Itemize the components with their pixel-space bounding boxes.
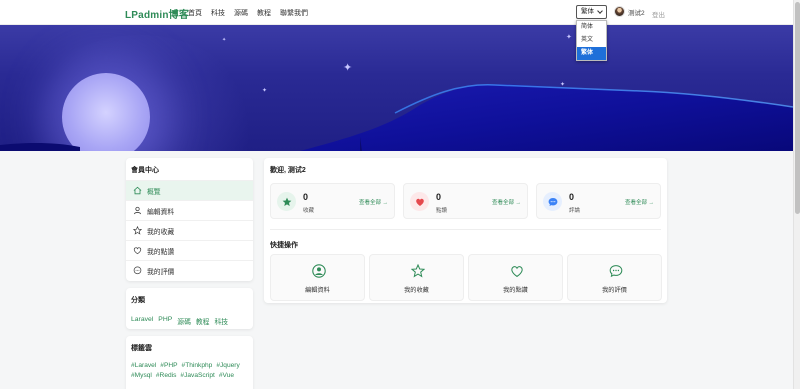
nav-tech[interactable]: 科技 (211, 8, 225, 18)
language-select[interactable]: 繁体 (576, 5, 607, 19)
quick-action-favorites[interactable]: 我的收藏 (369, 254, 464, 301)
user-name[interactable]: 测试2 (628, 7, 645, 17)
user-menu[interactable]: 测试2 (614, 6, 645, 17)
sidebar-item-label: 編輯資料 (147, 208, 175, 216)
divider (270, 229, 661, 230)
view-all-link[interactable]: 查看全部 → (492, 198, 521, 206)
category-link[interactable]: 源碼 (177, 316, 191, 326)
hero-banner: ✦ ✦ ✦ ✦ ✦ ✦ (0, 25, 793, 151)
stat-card-likes: 0 點讚 查看全部 → (403, 183, 528, 219)
category-title: 分類 (131, 297, 145, 304)
sidebar-item-label: 我的評價 (147, 268, 175, 276)
tag-link[interactable]: #Vue (219, 372, 234, 379)
page-scrollbar[interactable] (793, 0, 800, 389)
tag-link[interactable]: #PHP (160, 362, 177, 369)
sidebar-item-label: 概覽 (147, 188, 161, 196)
category-link[interactable]: 教程 (196, 316, 210, 326)
user-icon (133, 206, 142, 215)
stat-value: 0 (569, 192, 575, 202)
tag-link[interactable]: #Redis (156, 372, 177, 379)
welcome-title: 歡迎, 测试2 (270, 167, 306, 174)
stat-label: 收藏 (303, 208, 315, 214)
quick-action-label: 我的收藏 (404, 287, 429, 294)
quick-actions-title: 快捷操作 (270, 242, 298, 249)
star-icon (277, 192, 296, 211)
sidebar-item-likes[interactable]: 我的點讚 (126, 240, 253, 260)
tag-cloud-title: 標籤雲 (131, 345, 152, 352)
stat-card-comments: 0 評論 查看全部 → (536, 183, 661, 219)
member-center-title: 會員中心 (131, 167, 159, 174)
nav-contact[interactable]: 聯繫我們 (280, 8, 308, 18)
stat-value: 0 (436, 192, 442, 202)
category-link[interactable]: Laravel (131, 316, 153, 326)
home-icon (133, 186, 142, 195)
main-nav: 首頁 科技 源碼 教程 聯繫我們 (188, 8, 308, 18)
category-list: Laravel PHP 源碼 教程 科技 (126, 310, 253, 332)
sidebar-item-favorites[interactable]: 我的收藏 (126, 220, 253, 240)
dashboard-panel: 歡迎, 测试2 0 收藏 查看全部 → 0 點讚 查看全部 → 0 評論 查看全… (264, 158, 667, 303)
tag-cloud-card: 標籤雲 #Laravel #PHP #Thinkphp #Jquery #Mys… (126, 336, 253, 389)
language-option-english[interactable]: 英文 (577, 34, 606, 47)
heart-icon (410, 192, 429, 211)
comment-icon (133, 266, 142, 275)
quick-action-label: 我的點讚 (503, 287, 528, 294)
tag-link[interactable]: #Laravel (131, 362, 156, 369)
sidebar-item-label: 我的點讚 (147, 248, 175, 256)
avatar[interactable] (614, 6, 625, 17)
top-navbar: LPadmin博客 首頁 科技 源碼 教程 聯繫我們 繁体 测试2 登出 (0, 0, 793, 25)
tag-link[interactable]: #JavaScript (180, 372, 214, 379)
heart-icon (133, 246, 142, 255)
sidebar-item-reviews[interactable]: 我的評價 (126, 260, 253, 280)
nav-tutorial[interactable]: 教程 (257, 8, 271, 18)
category-link[interactable]: 科技 (214, 316, 228, 326)
tag-link[interactable]: #Thinkphp (182, 362, 213, 369)
language-option-simplified[interactable]: 简体 (577, 21, 606, 34)
sidebar-item-overview[interactable]: 概覽 (126, 180, 253, 200)
star-icon (133, 226, 142, 235)
language-dropdown: 简体 英文 繁体 (576, 20, 607, 61)
heart-icon (509, 263, 524, 278)
scrollbar-thumb[interactable] (795, 2, 800, 214)
language-select-value: 繁体 (581, 8, 594, 15)
stat-label: 評論 (569, 208, 581, 214)
language-option-traditional[interactable]: 繁体 (577, 47, 606, 60)
user-circle-icon (311, 263, 326, 278)
comment-icon (608, 263, 623, 278)
stat-card-favorites: 0 收藏 查看全部 → (270, 183, 395, 219)
view-all-link[interactable]: 查看全部 → (625, 198, 654, 206)
category-card: 分類 Laravel PHP 源碼 教程 科技 (126, 288, 253, 329)
sidebar-item-edit-profile[interactable]: 編輯資料 (126, 200, 253, 220)
quick-action-reviews[interactable]: 我的評價 (567, 254, 662, 301)
view-all-link[interactable]: 查看全部 → (359, 198, 388, 206)
quick-action-label: 我的評價 (602, 287, 627, 294)
member-center-card: 會員中心 概覽 編輯資料 我的收藏 我的點讚 我的評價 (126, 158, 253, 281)
tag-link[interactable]: #Jquery (216, 362, 239, 369)
stat-label: 點讚 (436, 208, 448, 214)
nav-source[interactable]: 源碼 (234, 8, 248, 18)
mountain-illustration (0, 84, 793, 151)
comment-icon (543, 192, 562, 211)
tag-link[interactable]: #Mysql (131, 372, 152, 379)
tag-cloud: #Laravel #PHP #Thinkphp #Jquery #Mysql #… (126, 358, 253, 383)
quick-action-edit-profile[interactable]: 編輯資料 (270, 254, 365, 301)
chevron-down-icon (597, 8, 603, 14)
site-logo[interactable]: LPadmin博客 (125, 6, 189, 21)
nav-home[interactable]: 首頁 (188, 8, 202, 18)
quick-action-label: 編輯資料 (305, 287, 330, 294)
quick-action-likes[interactable]: 我的點讚 (468, 254, 563, 301)
star-icon (410, 263, 425, 278)
sidebar-item-label: 我的收藏 (147, 228, 175, 236)
category-link[interactable]: PHP (158, 316, 172, 326)
stat-value: 0 (303, 192, 309, 202)
logout-link[interactable]: 登出 (652, 9, 665, 19)
